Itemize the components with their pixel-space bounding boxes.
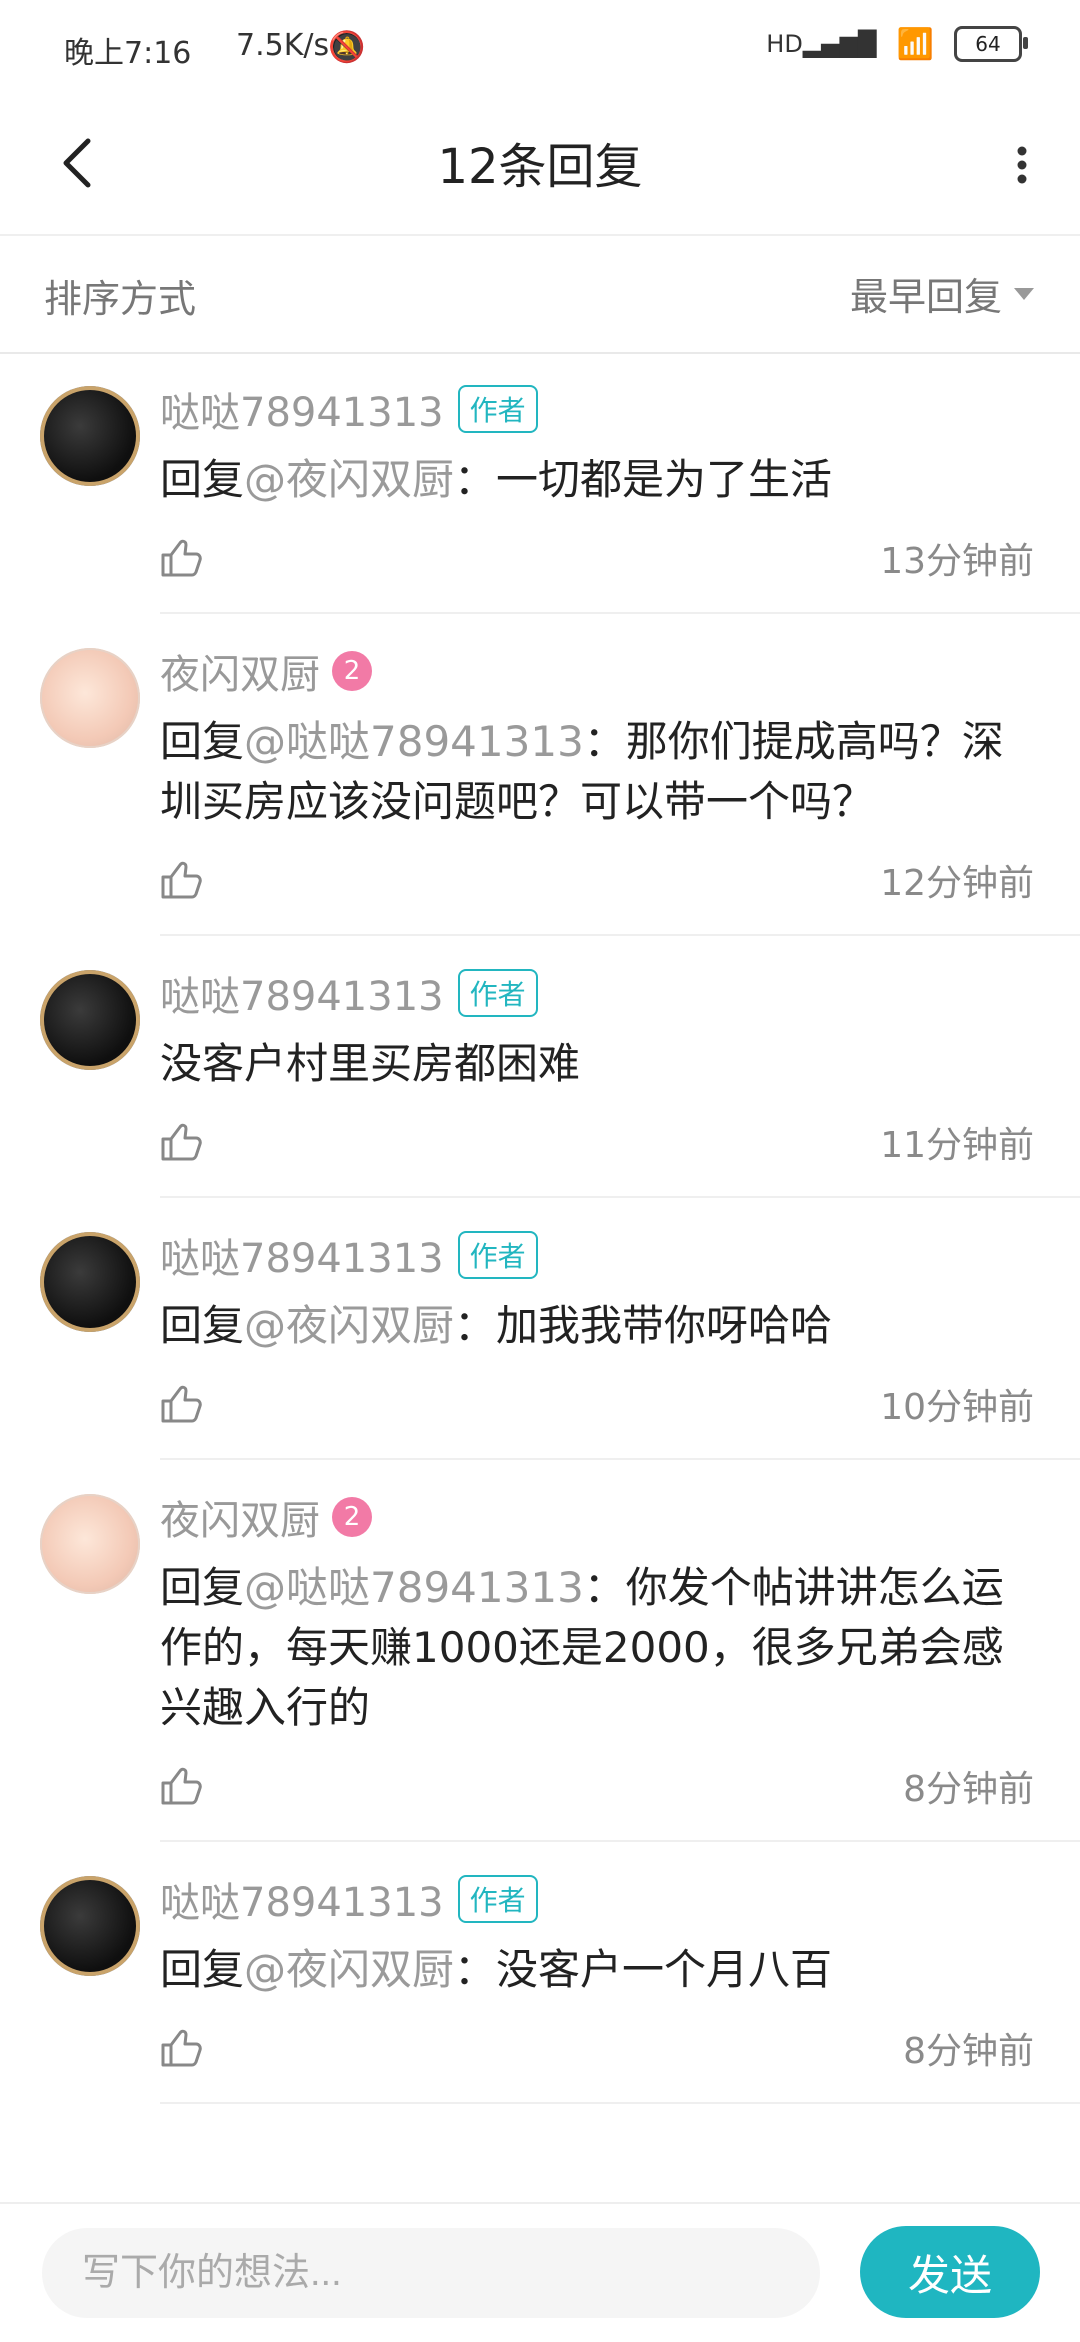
reply-prefix: 回复 xyxy=(160,455,245,504)
reply-item: 哒哒78941313 作者 没客户村里买房都困难 11分钟前 xyxy=(40,936,1080,1198)
signal-icon: HD▂▄▆█ xyxy=(766,30,877,58)
reply-content[interactable]: 回复@哒哒78941313：你发个帖讲讲怎么运作的，每天赚1000还是2000，… xyxy=(160,1558,1080,1738)
sort-selected: 最早回复 xyxy=(849,275,1002,319)
thumbs-up-icon xyxy=(161,861,202,899)
sort-bar: 排序方式 最早回复 xyxy=(0,236,1080,354)
back-button[interactable] xyxy=(42,128,112,198)
thumbs-up-icon xyxy=(161,1767,202,1805)
mention-link[interactable]: @哒哒78941313 xyxy=(244,1563,584,1612)
avatar[interactable] xyxy=(40,1494,140,1594)
reply-time: 12分钟前 xyxy=(880,863,1034,904)
battery-icon: 64 xyxy=(954,26,1028,62)
page-title: 12条回复 xyxy=(437,139,643,195)
avatar[interactable] xyxy=(40,648,140,748)
avatar[interactable] xyxy=(40,1232,140,1332)
level-badge: 2 xyxy=(332,1497,372,1537)
sort-dropdown[interactable]: 最早回复 xyxy=(850,266,1034,321)
sort-label: 排序方式 xyxy=(44,277,197,321)
reply-item: 哒哒78941313 作者 回复@夜闪双厨：加我我带你呀哈哈 10分钟前 xyxy=(40,1198,1080,1460)
battery-level: 64 xyxy=(975,32,1001,56)
like-button[interactable] xyxy=(160,860,202,900)
reply-prefix: 回复 xyxy=(160,1301,245,1350)
reply-composer: 发送 xyxy=(0,2202,1080,2342)
reply-prefix: 回复 xyxy=(160,1945,245,1994)
network-speed: 7.5K/s xyxy=(236,28,330,63)
status-bar: 晚上7:16 7.5K/s 🔕 HD▂▄▆█ 📶 64 xyxy=(0,0,1080,100)
username[interactable]: 哒哒78941313 xyxy=(160,1870,444,1928)
more-vertical-icon xyxy=(1017,146,1027,184)
reply-content[interactable]: 回复@夜闪双厨：加我我带你呀哈哈 xyxy=(160,1296,1080,1356)
username[interactable]: 夜闪双厨 xyxy=(160,1488,320,1546)
author-tag: 作者 xyxy=(457,1875,538,1923)
reply-item: 哒哒78941313 作者 回复@夜闪双厨：一切都是为了生活 13分钟前 xyxy=(40,352,1080,614)
like-button[interactable] xyxy=(160,2028,202,2068)
reply-text: ：一切都是为了生活 xyxy=(454,455,833,504)
mention-link[interactable]: @夜闪双厨 xyxy=(244,1945,454,1994)
username[interactable]: 哒哒78941313 xyxy=(160,1226,444,1284)
thumbs-up-icon xyxy=(161,1123,202,1161)
more-button[interactable] xyxy=(992,130,1052,200)
reply-time: 8分钟前 xyxy=(903,1769,1034,1810)
thumbs-up-icon xyxy=(161,1385,202,1423)
network-type: HD xyxy=(766,30,803,58)
reply-text: 没客户村里买房都困难 xyxy=(160,1039,581,1088)
top-bar: 12条回复 xyxy=(0,100,1080,236)
reply-content[interactable]: 回复@哒哒78941313：那你们提成高吗？深圳买房应该没问题吧？可以带一个吗？ xyxy=(160,712,1080,832)
send-button[interactable]: 发送 xyxy=(860,2226,1040,2318)
bell-off-icon: 🔕 xyxy=(328,30,366,65)
like-button[interactable] xyxy=(160,1384,202,1424)
like-button[interactable] xyxy=(160,538,202,578)
username[interactable]: 哒哒78941313 xyxy=(160,964,444,1022)
thumbs-up-icon xyxy=(161,2029,202,2067)
avatar[interactable] xyxy=(40,970,140,1070)
reply-text: ：加我我带你呀哈哈 xyxy=(454,1301,833,1350)
chevron-left-icon xyxy=(63,138,91,188)
author-tag: 作者 xyxy=(457,1231,538,1279)
status-right: HD▂▄▆█ 📶 64 xyxy=(766,26,1028,62)
username[interactable]: 夜闪双厨 xyxy=(160,642,320,700)
reply-text: ：没客户一个月八百 xyxy=(454,1945,833,1994)
status-time: 晚上7:16 xyxy=(64,36,192,71)
reply-input[interactable] xyxy=(42,2228,820,2318)
mention-link[interactable]: @哒哒78941313 xyxy=(244,717,584,766)
like-button[interactable] xyxy=(160,1122,202,1162)
reply-content[interactable]: 回复@夜闪双厨：一切都是为了生活 xyxy=(160,450,1080,510)
avatar[interactable] xyxy=(40,1876,140,1976)
reply-item: 哒哒78941313 作者 回复@夜闪双厨：没客户一个月八百 8分钟前 xyxy=(40,1842,1080,2104)
level-badge: 2 xyxy=(332,651,372,691)
thumbs-up-icon xyxy=(161,539,202,577)
reply-content[interactable]: 没客户村里买房都困难 xyxy=(160,1034,1080,1094)
author-tag: 作者 xyxy=(457,969,538,1017)
reply-item: 夜闪双厨 2 回复@哒哒78941313：你发个帖讲讲怎么运作的，每天赚1000… xyxy=(40,1460,1080,1842)
reply-time: 10分钟前 xyxy=(880,1387,1034,1428)
reply-prefix: 回复 xyxy=(160,717,245,766)
reply-time: 13分钟前 xyxy=(880,541,1034,582)
reply-content[interactable]: 回复@夜闪双厨：没客户一个月八百 xyxy=(160,1940,1080,2000)
reply-prefix: 回复 xyxy=(160,1563,245,1612)
wifi-icon: 📶 xyxy=(896,26,934,62)
author-tag: 作者 xyxy=(457,385,538,433)
reply-time: 11分钟前 xyxy=(880,1125,1034,1166)
mention-link[interactable]: @夜闪双厨 xyxy=(244,1301,454,1350)
mention-link[interactable]: @夜闪双厨 xyxy=(244,455,454,504)
caret-down-icon xyxy=(1014,287,1034,300)
username[interactable]: 哒哒78941313 xyxy=(160,380,444,438)
reply-list: 哒哒78941313 作者 回复@夜闪双厨：一切都是为了生活 13分钟前 夜闪双… xyxy=(0,352,1080,2202)
avatar[interactable] xyxy=(40,386,140,486)
reply-time: 8分钟前 xyxy=(903,2031,1034,2072)
reply-item: 夜闪双厨 2 回复@哒哒78941313：那你们提成高吗？深圳买房应该没问题吧？… xyxy=(40,614,1080,936)
like-button[interactable] xyxy=(160,1766,202,1806)
